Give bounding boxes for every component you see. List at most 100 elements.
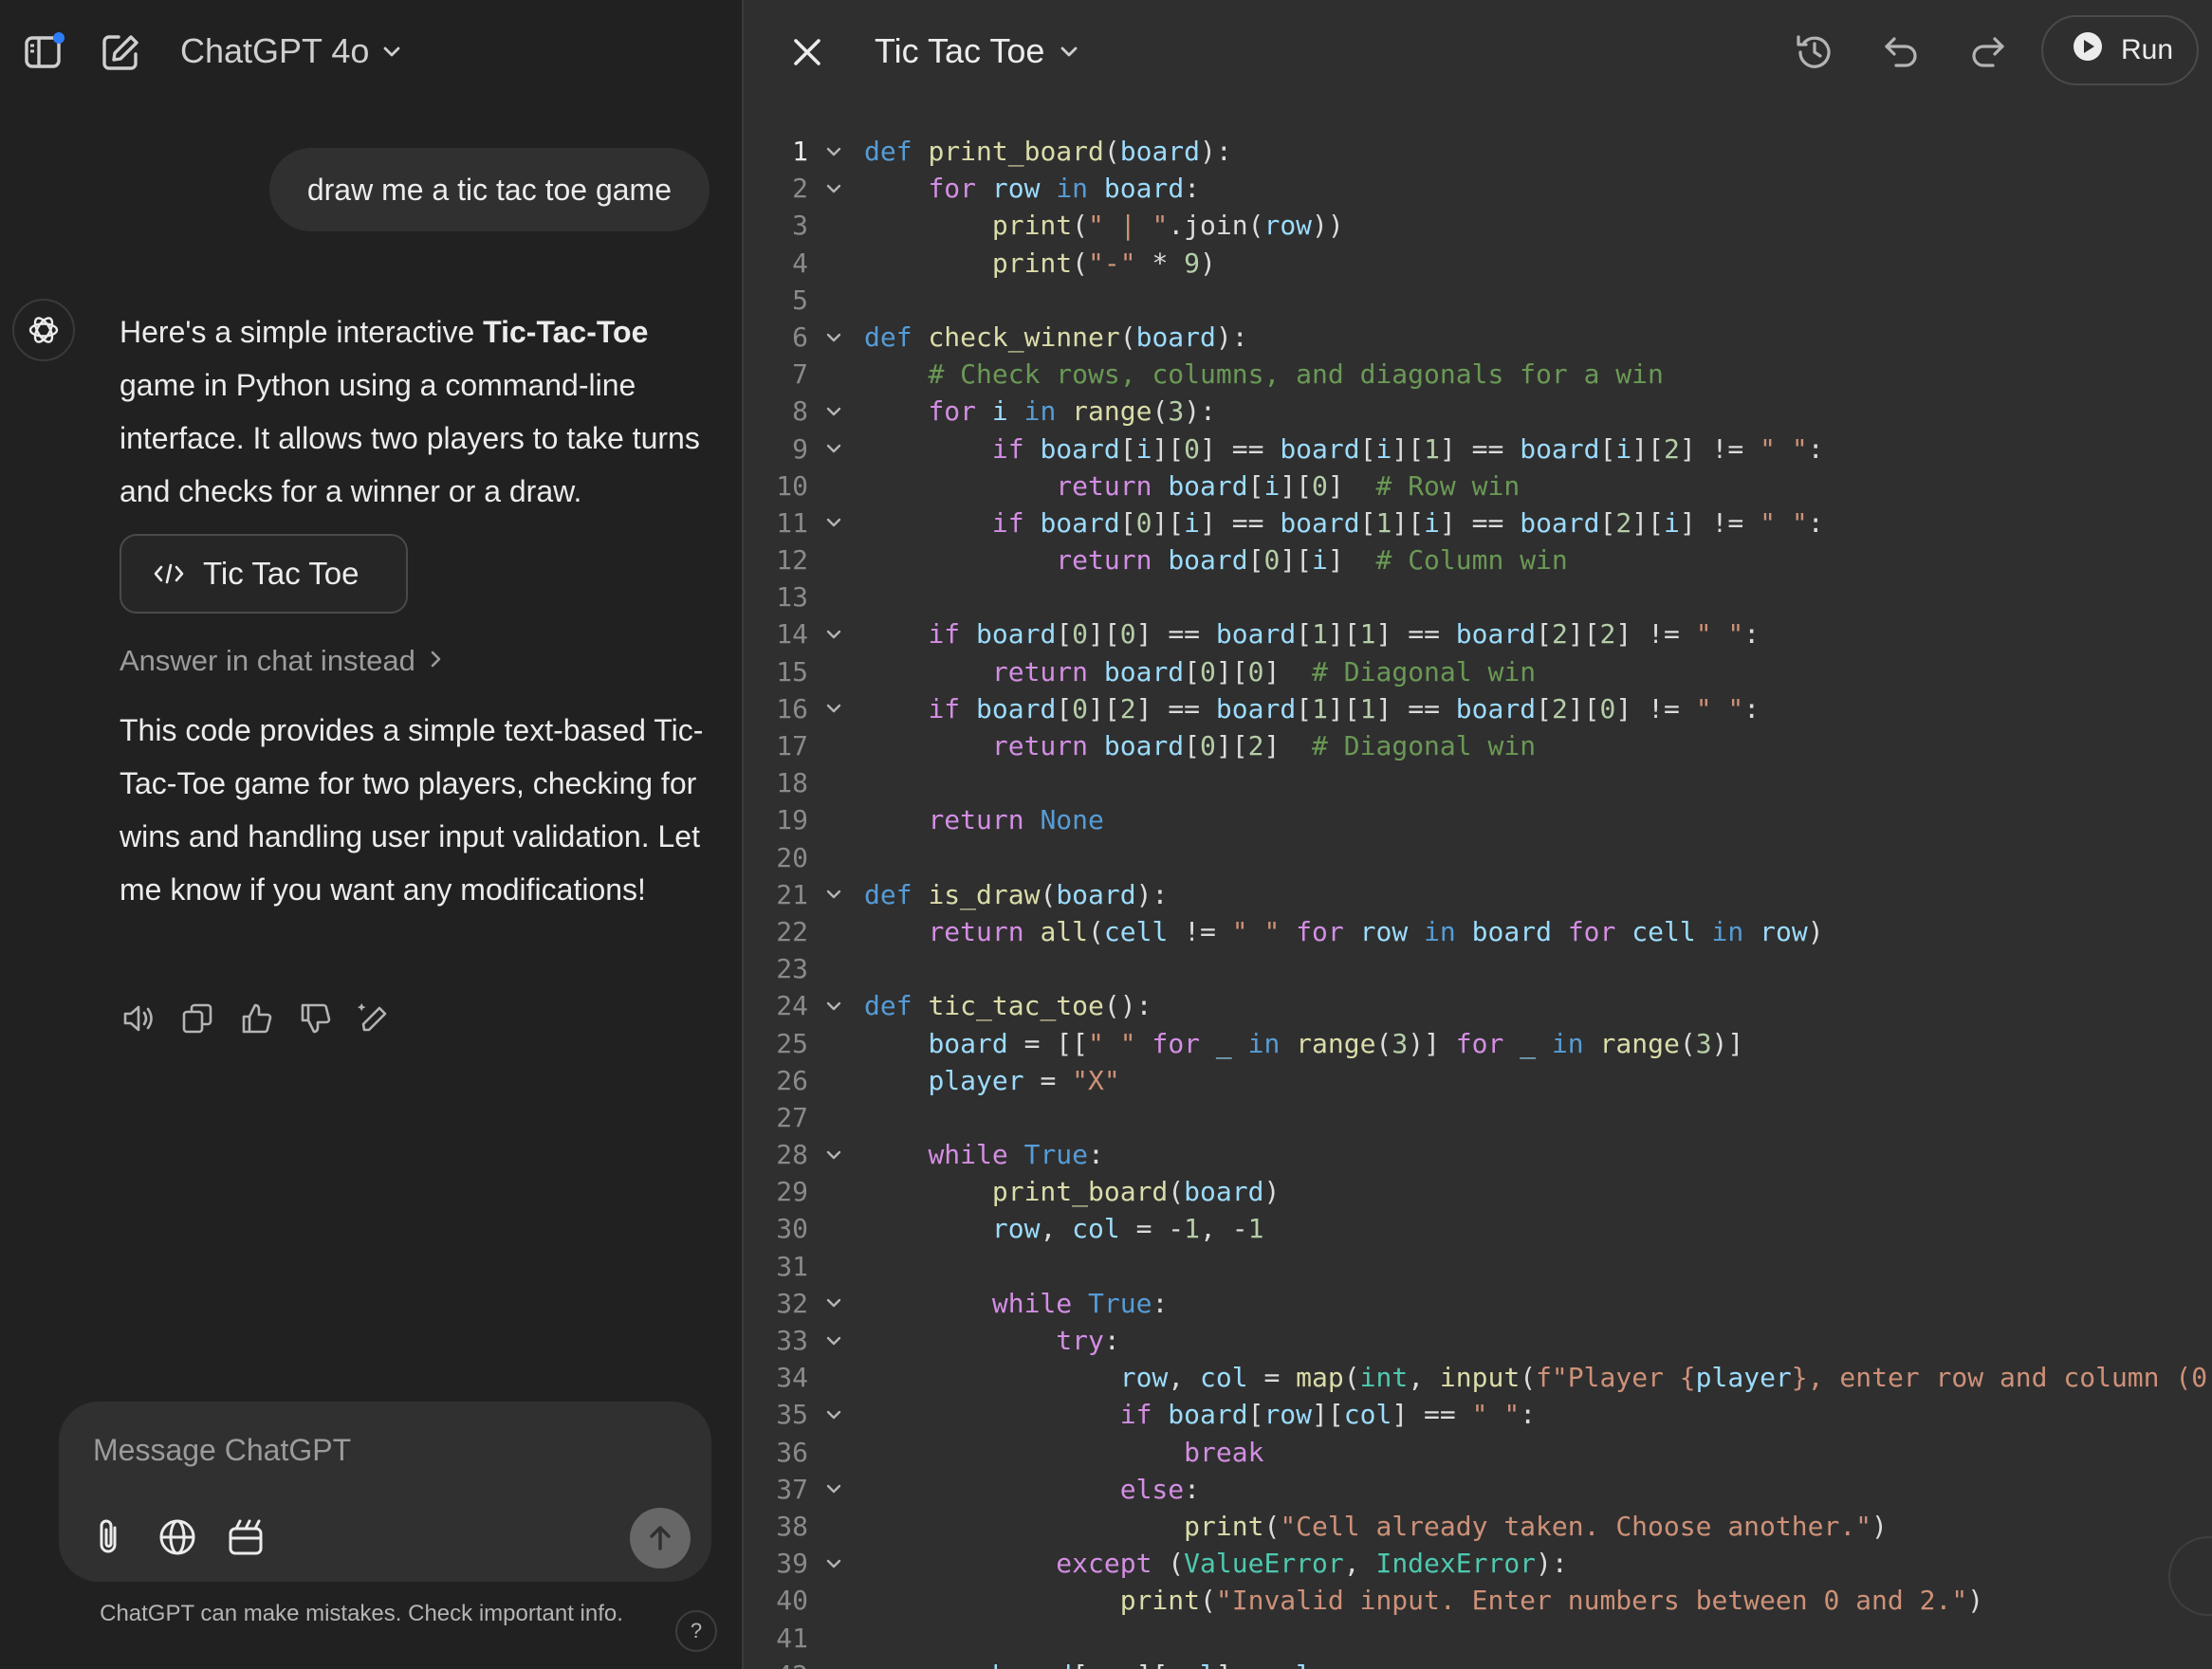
code-line[interactable]: 14 if board[0][0] == board[1][1] == boar… xyxy=(744,615,2212,652)
fold-chevron-icon[interactable] xyxy=(823,133,844,170)
code-line[interactable]: 3 print(" | ".join(row)) xyxy=(744,207,2212,244)
code-line[interactable]: 30 row, col = -1, -1 xyxy=(744,1210,2212,1247)
line-number: 22 xyxy=(776,915,808,947)
code-line[interactable]: 21 def is_draw(board): xyxy=(744,876,2212,913)
line-number: 12 xyxy=(776,544,808,577)
fold-chevron-icon[interactable] xyxy=(823,504,844,541)
fold-chevron-icon[interactable] xyxy=(823,876,844,913)
code-line[interactable]: 34 row, col = map(int, input(f"Player {p… xyxy=(744,1359,2212,1396)
code-line[interactable]: 36 break xyxy=(744,1434,2212,1471)
fold-chevron-icon[interactable] xyxy=(823,1136,844,1173)
globe-icon[interactable] xyxy=(154,1513,201,1561)
code-line[interactable]: 12 return board[0][i] # Column win xyxy=(744,541,2212,578)
code-line[interactable]: 13 xyxy=(744,578,2212,615)
code-line[interactable]: 32 while True: xyxy=(744,1285,2212,1322)
code-line[interactable]: 18 xyxy=(744,764,2212,801)
close-icon[interactable] xyxy=(783,28,831,76)
run-button[interactable]: Run xyxy=(2041,15,2199,85)
code-line[interactable]: 20 xyxy=(744,839,2212,876)
fold-chevron-icon[interactable] xyxy=(823,1285,844,1322)
fold-chevron-icon[interactable] xyxy=(823,170,844,207)
fold-chevron-icon[interactable] xyxy=(823,1322,844,1359)
fold-chevron-icon[interactable] xyxy=(823,615,844,652)
code-line[interactable]: 22 return all(cell != " " for row in boa… xyxy=(744,913,2212,950)
code-line[interactable]: 28 while True: xyxy=(744,1136,2212,1173)
code-line[interactable]: 38 print("Cell already taken. Choose ano… xyxy=(744,1508,2212,1545)
code-line[interactable]: 26 player = "X" xyxy=(744,1062,2212,1099)
version-history-icon[interactable] xyxy=(1789,27,1840,78)
redo-icon[interactable] xyxy=(1962,27,2013,78)
code-line[interactable]: 7 # Check rows, columns, and diagonals f… xyxy=(744,356,2212,393)
code-line[interactable]: 35 if board[row][col] == " ": xyxy=(744,1396,2212,1433)
thumbs-up-icon[interactable] xyxy=(237,998,275,1039)
code-line[interactable]: 16 if board[0][2] == board[1][1] == boar… xyxy=(744,690,2212,727)
code-line[interactable]: 25 board = [[" " for _ in range(3)] for … xyxy=(744,1025,2212,1062)
fold-chevron-icon[interactable] xyxy=(823,690,844,727)
code-line[interactable]: 37 else: xyxy=(744,1471,2212,1508)
line-number: 32 xyxy=(776,1287,808,1319)
code-line[interactable]: 11 if board[0][i] == board[1][i] == boar… xyxy=(744,504,2212,541)
code-line[interactable]: 6 def check_winner(board): xyxy=(744,319,2212,356)
code-line[interactable]: 8 for i in range(3): xyxy=(744,393,2212,430)
code-line[interactable]: 2 for row in board: xyxy=(744,170,2212,207)
fold-chevron-icon[interactable] xyxy=(823,1471,844,1508)
new-chat-icon[interactable] xyxy=(97,28,144,76)
code-line[interactable]: 42 board[row][col] = player xyxy=(744,1657,2212,1669)
code-line[interactable]: 24 def tic_tac_toe(): xyxy=(744,987,2212,1024)
code-editor[interactable]: 1 def print_board(board): 2 for row in boa… xyxy=(744,133,2212,1669)
line-number: 7 xyxy=(792,358,808,391)
code-line[interactable]: 29 print_board(board) xyxy=(744,1173,2212,1210)
thumbs-down-icon[interactable] xyxy=(296,998,334,1039)
read-aloud-icon[interactable] xyxy=(120,998,157,1039)
assistant-text-bold: Tic-Tac-Toe xyxy=(483,315,649,349)
code-text: while True: xyxy=(991,1287,1169,1319)
code-line[interactable]: 1 def print_board(board): xyxy=(744,133,2212,170)
sidebar-toggle-icon[interactable] xyxy=(21,28,68,76)
fold-chevron-icon[interactable] xyxy=(823,1396,844,1433)
help-button[interactable]: ? xyxy=(675,1610,717,1652)
code-icon xyxy=(154,556,184,592)
line-number: 35 xyxy=(776,1399,808,1431)
code-line[interactable]: 39 except (ValueError, IndexError): xyxy=(744,1545,2212,1582)
canvas-editor: Tic Tac Toe Run 1 def print_board(board):… xyxy=(744,0,2212,1669)
canvas-title-menu[interactable]: Tic Tac Toe xyxy=(875,27,1080,76)
code-text: player = "X" xyxy=(928,1064,1120,1096)
code-line[interactable]: 40 print("Invalid input. Enter numbers b… xyxy=(744,1582,2212,1619)
message-input[interactable] xyxy=(93,1426,662,1474)
code-line[interactable]: 31 xyxy=(744,1248,2212,1285)
fold-chevron-icon[interactable] xyxy=(823,987,844,1024)
answer-in-chat-link[interactable]: Answer in chat instead xyxy=(120,637,444,685)
code-text: row, col = -1, -1 xyxy=(991,1213,1264,1245)
code-line[interactable]: 33 try: xyxy=(744,1322,2212,1359)
code-line[interactable]: 27 xyxy=(744,1099,2212,1136)
fold-chevron-icon[interactable] xyxy=(823,393,844,430)
answer-in-chat-label: Answer in chat instead xyxy=(120,644,415,677)
code-line[interactable]: 17 return board[0][2] # Diagonal win xyxy=(744,727,2212,764)
send-button[interactable] xyxy=(630,1508,691,1568)
toolbox-icon[interactable] xyxy=(222,1513,269,1561)
chevron-right-icon xyxy=(429,644,444,678)
edit-in-canvas-icon[interactable] xyxy=(355,998,393,1039)
copy-icon[interactable] xyxy=(178,998,216,1039)
user-message-text: draw me a tic tac toe game xyxy=(306,172,672,207)
canvas-card-button[interactable]: Tic Tac Toe xyxy=(120,534,408,614)
line-number: 18 xyxy=(776,767,808,799)
chat-panel: ChatGPT 4o draw me a tic tac toe game He… xyxy=(0,0,742,1669)
code-line[interactable]: 5 xyxy=(744,282,2212,319)
model-selector[interactable]: ChatGPT 4o xyxy=(180,27,403,76)
code-text: def check_winner(board): xyxy=(864,321,1248,353)
code-line[interactable]: 9 if board[i][0] == board[i][1] == board… xyxy=(744,431,2212,468)
fold-chevron-icon[interactable] xyxy=(823,1545,844,1582)
line-number: 25 xyxy=(776,1027,808,1059)
code-line[interactable]: 41 xyxy=(744,1620,2212,1657)
paperclip-icon[interactable] xyxy=(85,1513,133,1561)
code-line[interactable]: 15 return board[0][0] # Diagonal win xyxy=(744,653,2212,690)
code-line[interactable]: 23 xyxy=(744,950,2212,987)
fold-chevron-icon[interactable] xyxy=(823,431,844,468)
code-line[interactable]: 19 return None xyxy=(744,801,2212,838)
fold-chevron-icon[interactable] xyxy=(823,319,844,356)
code-line[interactable]: 4 print("-" * 9) xyxy=(744,245,2212,282)
undo-icon[interactable] xyxy=(1876,27,1927,78)
line-number: 26 xyxy=(776,1064,808,1096)
code-line[interactable]: 10 return board[i][0] # Row win xyxy=(744,468,2212,504)
